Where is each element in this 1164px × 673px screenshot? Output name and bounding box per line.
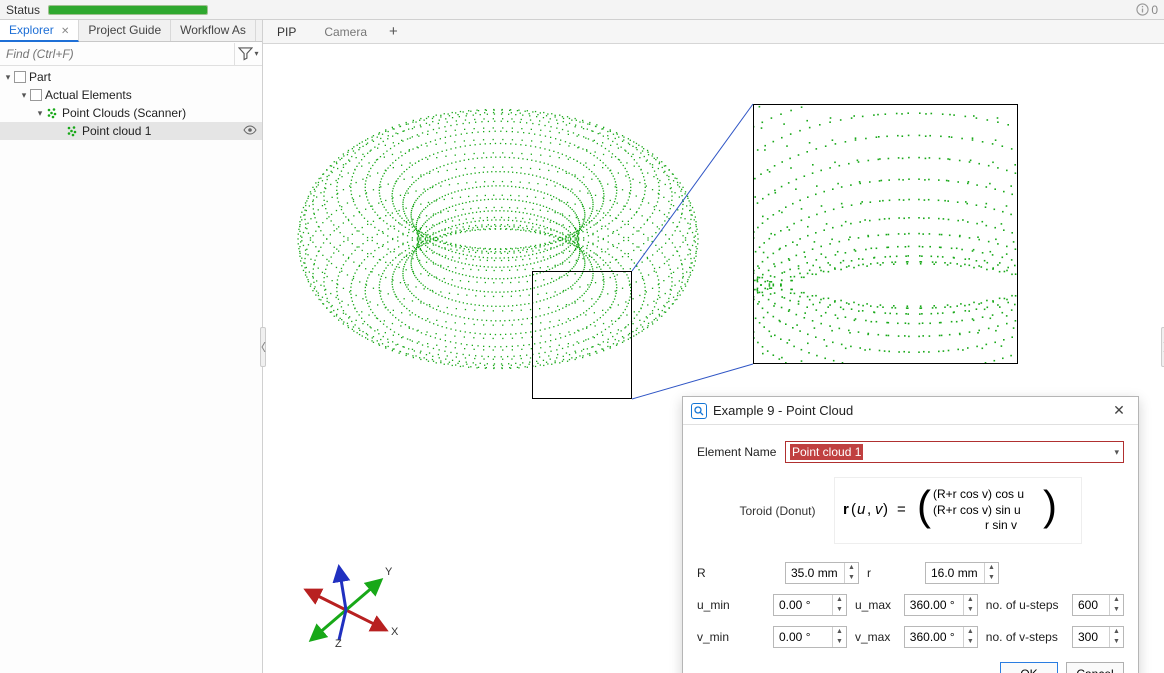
param-r-input[interactable]: ▲▼ [925,562,999,584]
search-icon [691,403,707,419]
dialog-close-button[interactable]: ✕ [1108,402,1130,419]
tab-project-guide[interactable]: Project Guide [79,20,171,41]
sidebar-tabs: Explorer ✕ Project Guide Workflow As [0,20,262,42]
tree[interactable]: ▾ Part ▾ Actual Elements ▾ Point Clouds … [0,66,262,673]
chevron-down-icon[interactable]: ▾ [34,107,46,119]
param-vmax-input[interactable]: ▲▼ [904,626,978,648]
dialog-title: Example 9 - Point Cloud [713,403,1108,418]
step-up-icon[interactable]: ▲ [833,595,846,605]
param-usteps-label: no. of u-steps [986,598,1064,612]
point-cloud-icon [46,107,58,119]
splitter-left[interactable] [260,327,266,367]
ok-button[interactable]: OK [1000,662,1058,673]
info-icon [1136,3,1149,16]
add-tab-button[interactable]: + [381,21,406,42]
tree-label: Point cloud 1 [82,124,151,138]
cancel-button[interactable]: Cancel [1066,662,1124,673]
tab-pip[interactable]: PIP [263,22,310,42]
step-down-icon[interactable]: ▼ [1110,605,1123,615]
point-cloud-visual [273,44,713,444]
zoom-rectangle[interactable] [532,271,632,399]
param-R-input[interactable]: ▲▼ [785,562,859,584]
step-down-icon[interactable]: ▼ [964,637,977,647]
tab-workflow[interactable]: Workflow As [171,20,256,41]
dialog-titlebar[interactable]: Example 9 - Point Cloud ✕ [683,397,1138,425]
param-umax-label: u_max [855,598,896,612]
step-up-icon[interactable]: ▲ [845,563,858,573]
tree-label: Actual Elements [45,88,132,102]
tab-camera[interactable]: Camera [310,22,381,42]
status-info[interactable]: 0 [1136,3,1158,17]
viewport-3d[interactable]: X Y Z Example 9 - Point Cloud ✕ Element … [263,44,1164,673]
param-vsteps-label: no. of v-steps [986,630,1064,644]
chevron-down-icon[interactable]: ▾ [1114,447,1119,458]
viewport-area: PIP Camera + [263,20,1164,673]
point-cloud-icon [66,125,78,137]
step-down-icon[interactable]: ▼ [964,605,977,615]
step-up-icon[interactable]: ▲ [964,595,977,605]
close-icon[interactable]: ✕ [61,26,69,37]
param-vmax-label: v_max [855,630,896,644]
filter-button[interactable]: ▾ [234,43,262,65]
element-name-field[interactable]: Point cloud 1 ▾ [785,441,1124,463]
param-R-label: R [697,566,777,580]
step-down-icon[interactable]: ▼ [833,605,846,615]
tree-actual-elements[interactable]: ▾ Actual Elements [0,86,262,104]
param-vmin-input[interactable]: ▲▼ [773,626,847,648]
step-down-icon[interactable]: ▼ [845,573,858,583]
step-down-icon[interactable]: ▼ [1110,637,1123,647]
step-down-icon[interactable]: ▼ [985,573,998,583]
step-up-icon[interactable]: ▲ [1110,595,1123,605]
param-umin-input[interactable]: ▲▼ [773,594,847,616]
pip-panel[interactable] [753,104,1018,364]
formula-label: Toroid (Donut) [739,504,815,518]
status-info-count: 0 [1151,3,1158,17]
folder-icon [30,89,42,101]
tree-point-clouds[interactable]: ▾ Point Clouds (Scanner) [0,104,262,122]
find-input[interactable] [0,45,234,63]
param-vsteps-input[interactable]: ▲▼ [1072,626,1124,648]
chevron-down-icon[interactable]: ▾ [18,89,30,101]
tree-label: Part [29,70,51,84]
element-name-label: Element Name [697,445,777,459]
funnel-icon [238,46,253,61]
tab-explorer[interactable]: Explorer ✕ [0,20,79,42]
tree-root[interactable]: ▾ Part [0,68,262,86]
tree-label: Point Clouds (Scanner) [62,106,186,120]
tree-point-cloud-1[interactable]: Point cloud 1 [0,122,262,140]
status-bar: Status 0 [0,0,1164,20]
step-up-icon[interactable]: ▲ [833,627,846,637]
param-umin-label: u_min [697,598,765,612]
element-name-value: Point cloud 1 [790,444,863,460]
step-up-icon[interactable]: ▲ [985,563,998,573]
param-vmin-label: v_min [697,630,765,644]
visibility-icon[interactable] [242,124,258,138]
step-up-icon[interactable]: ▲ [1110,627,1123,637]
param-umax-input[interactable]: ▲▼ [904,594,978,616]
example-dialog[interactable]: Example 9 - Point Cloud ✕ Element Name P… [682,396,1139,673]
step-up-icon[interactable]: ▲ [964,627,977,637]
chevron-down-icon[interactable]: ▾ [2,71,14,83]
part-icon [14,71,26,83]
param-r-label: r [867,566,887,580]
param-usteps-input[interactable]: ▲▼ [1072,594,1124,616]
axis-gizmo[interactable]: X Y Z [291,545,401,655]
status-label: Status [6,3,40,17]
sidebar: Explorer ✕ Project Guide Workflow As ▾ ▾… [0,20,263,673]
step-down-icon[interactable]: ▼ [833,637,846,647]
formula-image: r ( u , v ) = ( (R+r cos v) cos u (R+r c… [834,477,1082,544]
pip-point-cloud-visual [753,104,1018,364]
status-progress [48,5,208,15]
